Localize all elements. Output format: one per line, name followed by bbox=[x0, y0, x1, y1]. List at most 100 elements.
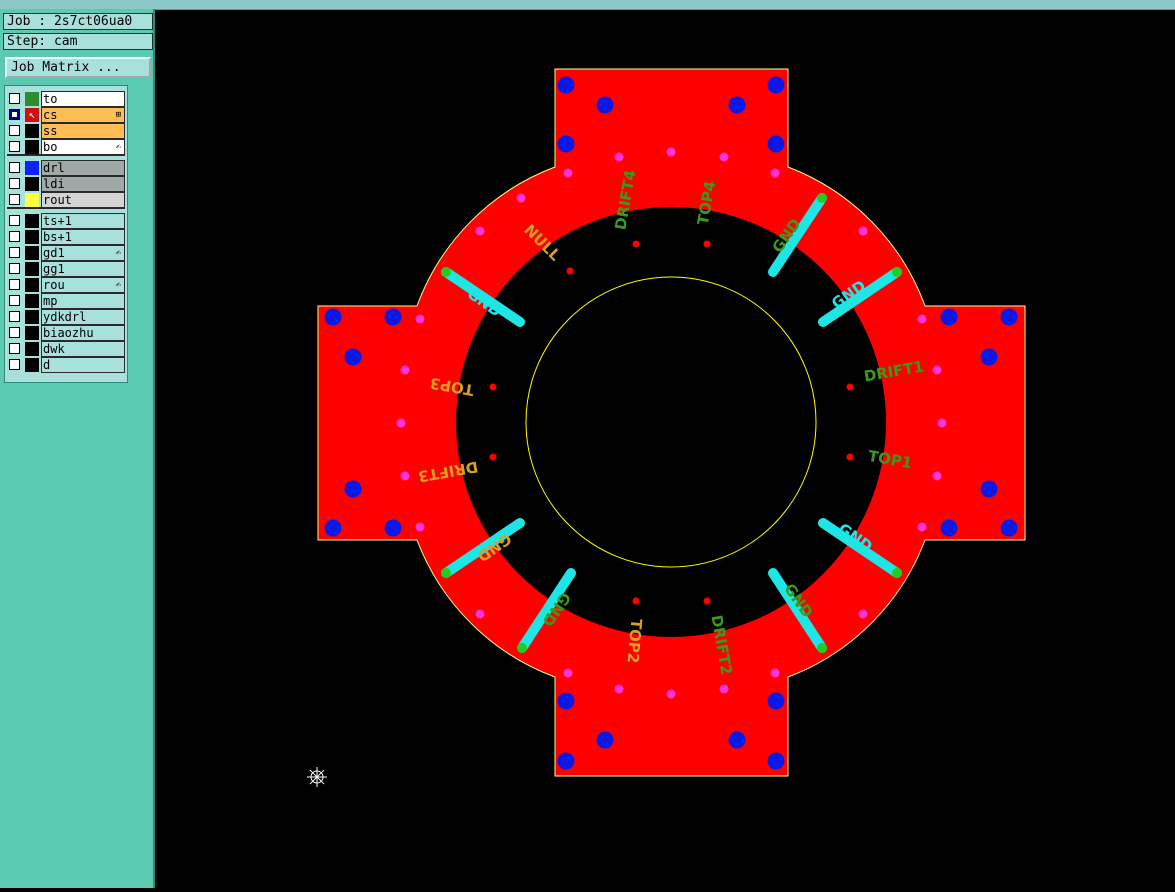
trace-end-pad[interactable] bbox=[817, 643, 827, 653]
layer-checkbox[interactable] bbox=[9, 295, 20, 306]
via-pad[interactable] bbox=[475, 609, 485, 619]
graphics-canvas[interactable]: NULL DRIFT4 TOP4 GND GND GND DRIFT1 TOP1 TOP3 DRI… bbox=[157, 10, 1175, 888]
drill-hole[interactable] bbox=[940, 308, 958, 326]
layer-color-swatch[interactable] bbox=[25, 246, 39, 260]
smd-pad[interactable] bbox=[566, 267, 574, 275]
drill-hole[interactable] bbox=[767, 135, 785, 153]
layer-row-rou[interactable]: rou ✍ bbox=[7, 277, 125, 293]
layer-row-ydkdrl[interactable]: ydkdrl bbox=[7, 309, 125, 325]
layer-name[interactable]: ss bbox=[41, 123, 125, 139]
layer-row-bs1[interactable]: bs+1 bbox=[7, 229, 125, 245]
layer-color-swatch[interactable] bbox=[25, 193, 39, 207]
drill-hole[interactable] bbox=[596, 731, 614, 749]
layer-color-swatch[interactable] bbox=[25, 214, 39, 228]
drill-hole[interactable] bbox=[767, 76, 785, 94]
layer-checkbox[interactable] bbox=[9, 247, 20, 258]
layer-name[interactable]: ldi bbox=[41, 176, 125, 192]
drill-hole[interactable] bbox=[940, 519, 958, 537]
layer-row-to[interactable]: to bbox=[7, 91, 125, 107]
drill-hole[interactable] bbox=[728, 96, 746, 114]
drill-hole[interactable] bbox=[1000, 519, 1018, 537]
layer-name[interactable]: drl bbox=[41, 160, 125, 176]
layer-row-cs[interactable]: ↖ cs ⊞ bbox=[7, 107, 125, 123]
layer-checkbox[interactable] bbox=[9, 359, 20, 370]
layer-name[interactable]: biaozhu bbox=[41, 325, 125, 341]
layer-color-swatch[interactable] bbox=[25, 124, 39, 138]
drill-hole[interactable] bbox=[344, 348, 362, 366]
trace-end-pad[interactable] bbox=[441, 267, 451, 277]
drill-hole[interactable] bbox=[324, 308, 342, 326]
layer-row-bo[interactable]: bo ✍ bbox=[7, 139, 125, 155]
trace-end-pad[interactable] bbox=[892, 568, 902, 578]
layer-name[interactable]: ts+1 bbox=[41, 213, 125, 229]
layer-name[interactable]: rou ✍ bbox=[41, 277, 125, 293]
layer-checkbox[interactable] bbox=[9, 178, 20, 189]
via-pad[interactable] bbox=[719, 152, 729, 162]
via-pad[interactable] bbox=[614, 684, 624, 694]
layer-color-swatch[interactable] bbox=[25, 262, 39, 276]
drill-hole[interactable] bbox=[324, 519, 342, 537]
via-pad[interactable] bbox=[770, 168, 780, 178]
work-layer-arrow-icon[interactable]: ↖ bbox=[25, 108, 39, 122]
drill-hole[interactable] bbox=[557, 752, 575, 770]
drill-hole[interactable] bbox=[557, 692, 575, 710]
layer-name[interactable]: gd1 ✍ bbox=[41, 245, 125, 261]
smd-pad[interactable] bbox=[489, 453, 497, 461]
layer-checkbox[interactable] bbox=[9, 141, 20, 152]
via-pad[interactable] bbox=[917, 314, 927, 324]
drill-hole[interactable] bbox=[1000, 308, 1018, 326]
trace-end-pad[interactable] bbox=[441, 568, 451, 578]
layer-color-swatch[interactable] bbox=[25, 326, 39, 340]
via-pad[interactable] bbox=[563, 168, 573, 178]
via-pad[interactable] bbox=[666, 147, 676, 157]
layer-name[interactable]: mp bbox=[41, 293, 125, 309]
smd-pad[interactable] bbox=[489, 383, 497, 391]
drill-hole[interactable] bbox=[980, 480, 998, 498]
smd-pad[interactable] bbox=[703, 597, 711, 605]
drill-hole[interactable] bbox=[384, 519, 402, 537]
job-matrix-button[interactable]: Job Matrix ... bbox=[5, 57, 151, 78]
layer-color-swatch[interactable] bbox=[25, 294, 39, 308]
via-pad[interactable] bbox=[563, 668, 573, 678]
layer-checkbox[interactable] bbox=[9, 215, 20, 226]
drill-hole[interactable] bbox=[557, 76, 575, 94]
layer-name[interactable]: to bbox=[41, 91, 125, 107]
smd-pad[interactable] bbox=[703, 240, 711, 248]
layer-color-swatch[interactable] bbox=[25, 177, 39, 191]
layer-name[interactable]: bo ✍ bbox=[41, 139, 125, 155]
layer-color-swatch[interactable] bbox=[25, 358, 39, 372]
layer-name[interactable]: dwk bbox=[41, 341, 125, 357]
layer-checkbox[interactable] bbox=[9, 327, 20, 338]
layer-row-biaozhu[interactable]: biaozhu bbox=[7, 325, 125, 341]
layer-color-swatch[interactable] bbox=[25, 161, 39, 175]
smd-pad[interactable] bbox=[632, 240, 640, 248]
layer-checkbox[interactable] bbox=[9, 343, 20, 354]
via-pad[interactable] bbox=[415, 522, 425, 532]
via-pad[interactable] bbox=[400, 365, 410, 375]
layer-checkbox[interactable] bbox=[9, 93, 20, 104]
layer-row-d[interactable]: d bbox=[7, 357, 125, 373]
drill-hole[interactable] bbox=[728, 731, 746, 749]
trace-end-pad[interactable] bbox=[892, 267, 902, 277]
via-pad[interactable] bbox=[937, 418, 947, 428]
trace-end-pad[interactable] bbox=[817, 193, 827, 203]
drill-hole[interactable] bbox=[384, 308, 402, 326]
layer-checkbox[interactable] bbox=[9, 263, 20, 274]
layer-color-swatch[interactable] bbox=[25, 230, 39, 244]
via-pad[interactable] bbox=[932, 365, 942, 375]
drill-hole[interactable] bbox=[596, 96, 614, 114]
via-pad[interactable] bbox=[858, 609, 868, 619]
layer-row-mp[interactable]: mp bbox=[7, 293, 125, 309]
layer-checkbox[interactable] bbox=[9, 109, 20, 120]
via-pad[interactable] bbox=[396, 418, 406, 428]
trace-end-pad[interactable] bbox=[517, 643, 527, 653]
drill-hole[interactable] bbox=[980, 348, 998, 366]
layer-color-swatch[interactable] bbox=[25, 92, 39, 106]
layer-name[interactable]: cs ⊞ bbox=[41, 107, 125, 123]
layer-checkbox[interactable] bbox=[9, 231, 20, 242]
drill-hole[interactable] bbox=[767, 692, 785, 710]
layer-color-swatch[interactable] bbox=[25, 278, 39, 292]
layer-row-gg1[interactable]: gg1 bbox=[7, 261, 125, 277]
layer-row-rout[interactable]: rout bbox=[7, 192, 125, 208]
layer-checkbox[interactable] bbox=[9, 279, 20, 290]
